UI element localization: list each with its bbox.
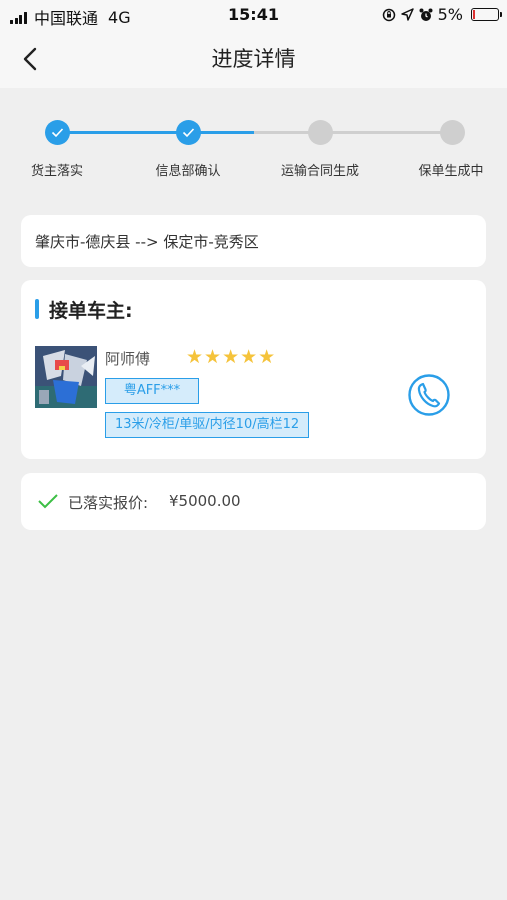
- quote-label: 已落实报价:: [68, 494, 149, 512]
- page-title: 进度详情: [211, 47, 296, 71]
- quote-card: 已落实报价: ¥5000.00: [21, 473, 486, 530]
- plate-tag: 粤AFF***: [105, 378, 199, 404]
- check-icon: [38, 494, 58, 509]
- route-text: 肇庆市-德庆县 --> 保定市-竞秀区: [35, 233, 259, 251]
- section-accent-bar: [35, 299, 39, 319]
- location-icon: [400, 8, 414, 21]
- vehicle-spec-tag: 13米/冷柜/单驱/内径10/高栏12: [105, 412, 310, 438]
- driver-card: 接单车主: 阿师傅 ★★★★★ 粤AFF*** 13米/冷柜/单驱/内径10/高…: [21, 280, 486, 459]
- step-label-1: 货主落实: [30, 164, 84, 179]
- step-line-2: [188, 131, 320, 134]
- orientation-lock-icon: [382, 8, 395, 21]
- nav-bar: 进度详情: [0, 30, 507, 88]
- step-label-3: 运输合同生成: [280, 164, 360, 179]
- section-title: 接单车主:: [49, 300, 133, 322]
- rating-stars: ★★★★★: [186, 346, 277, 368]
- step-dot-1: [45, 120, 70, 145]
- status-bar: 中国联通 4G 15:41 5%: [0, 0, 507, 30]
- call-button[interactable]: [407, 373, 451, 417]
- progress-steps: 货主落实 信息部确认 运输合同生成 保单生成中: [0, 88, 507, 198]
- step-label-4: 保单生成中: [418, 164, 484, 179]
- step-dot-3: [308, 120, 333, 145]
- battery-percent: 5%: [437, 5, 463, 24]
- avatar: [35, 346, 97, 408]
- status-right: 5%: [382, 5, 502, 24]
- quote-value: ¥5000.00: [169, 492, 241, 510]
- phone-icon: [408, 374, 450, 416]
- step-label-2: 信息部确认: [155, 164, 221, 179]
- step-line-1: [57, 131, 188, 134]
- step-dot-2: [176, 120, 201, 145]
- alarm-icon: [419, 8, 433, 21]
- route-card: 肇庆市-德庆县 --> 保定市-竞秀区: [21, 215, 486, 267]
- step-dot-4: [440, 120, 465, 145]
- battery-icon: [471, 8, 502, 21]
- driver-name: 阿师傅: [105, 350, 151, 368]
- check-icon: [182, 128, 195, 138]
- check-icon: [51, 128, 64, 138]
- step-line-3: [320, 131, 452, 134]
